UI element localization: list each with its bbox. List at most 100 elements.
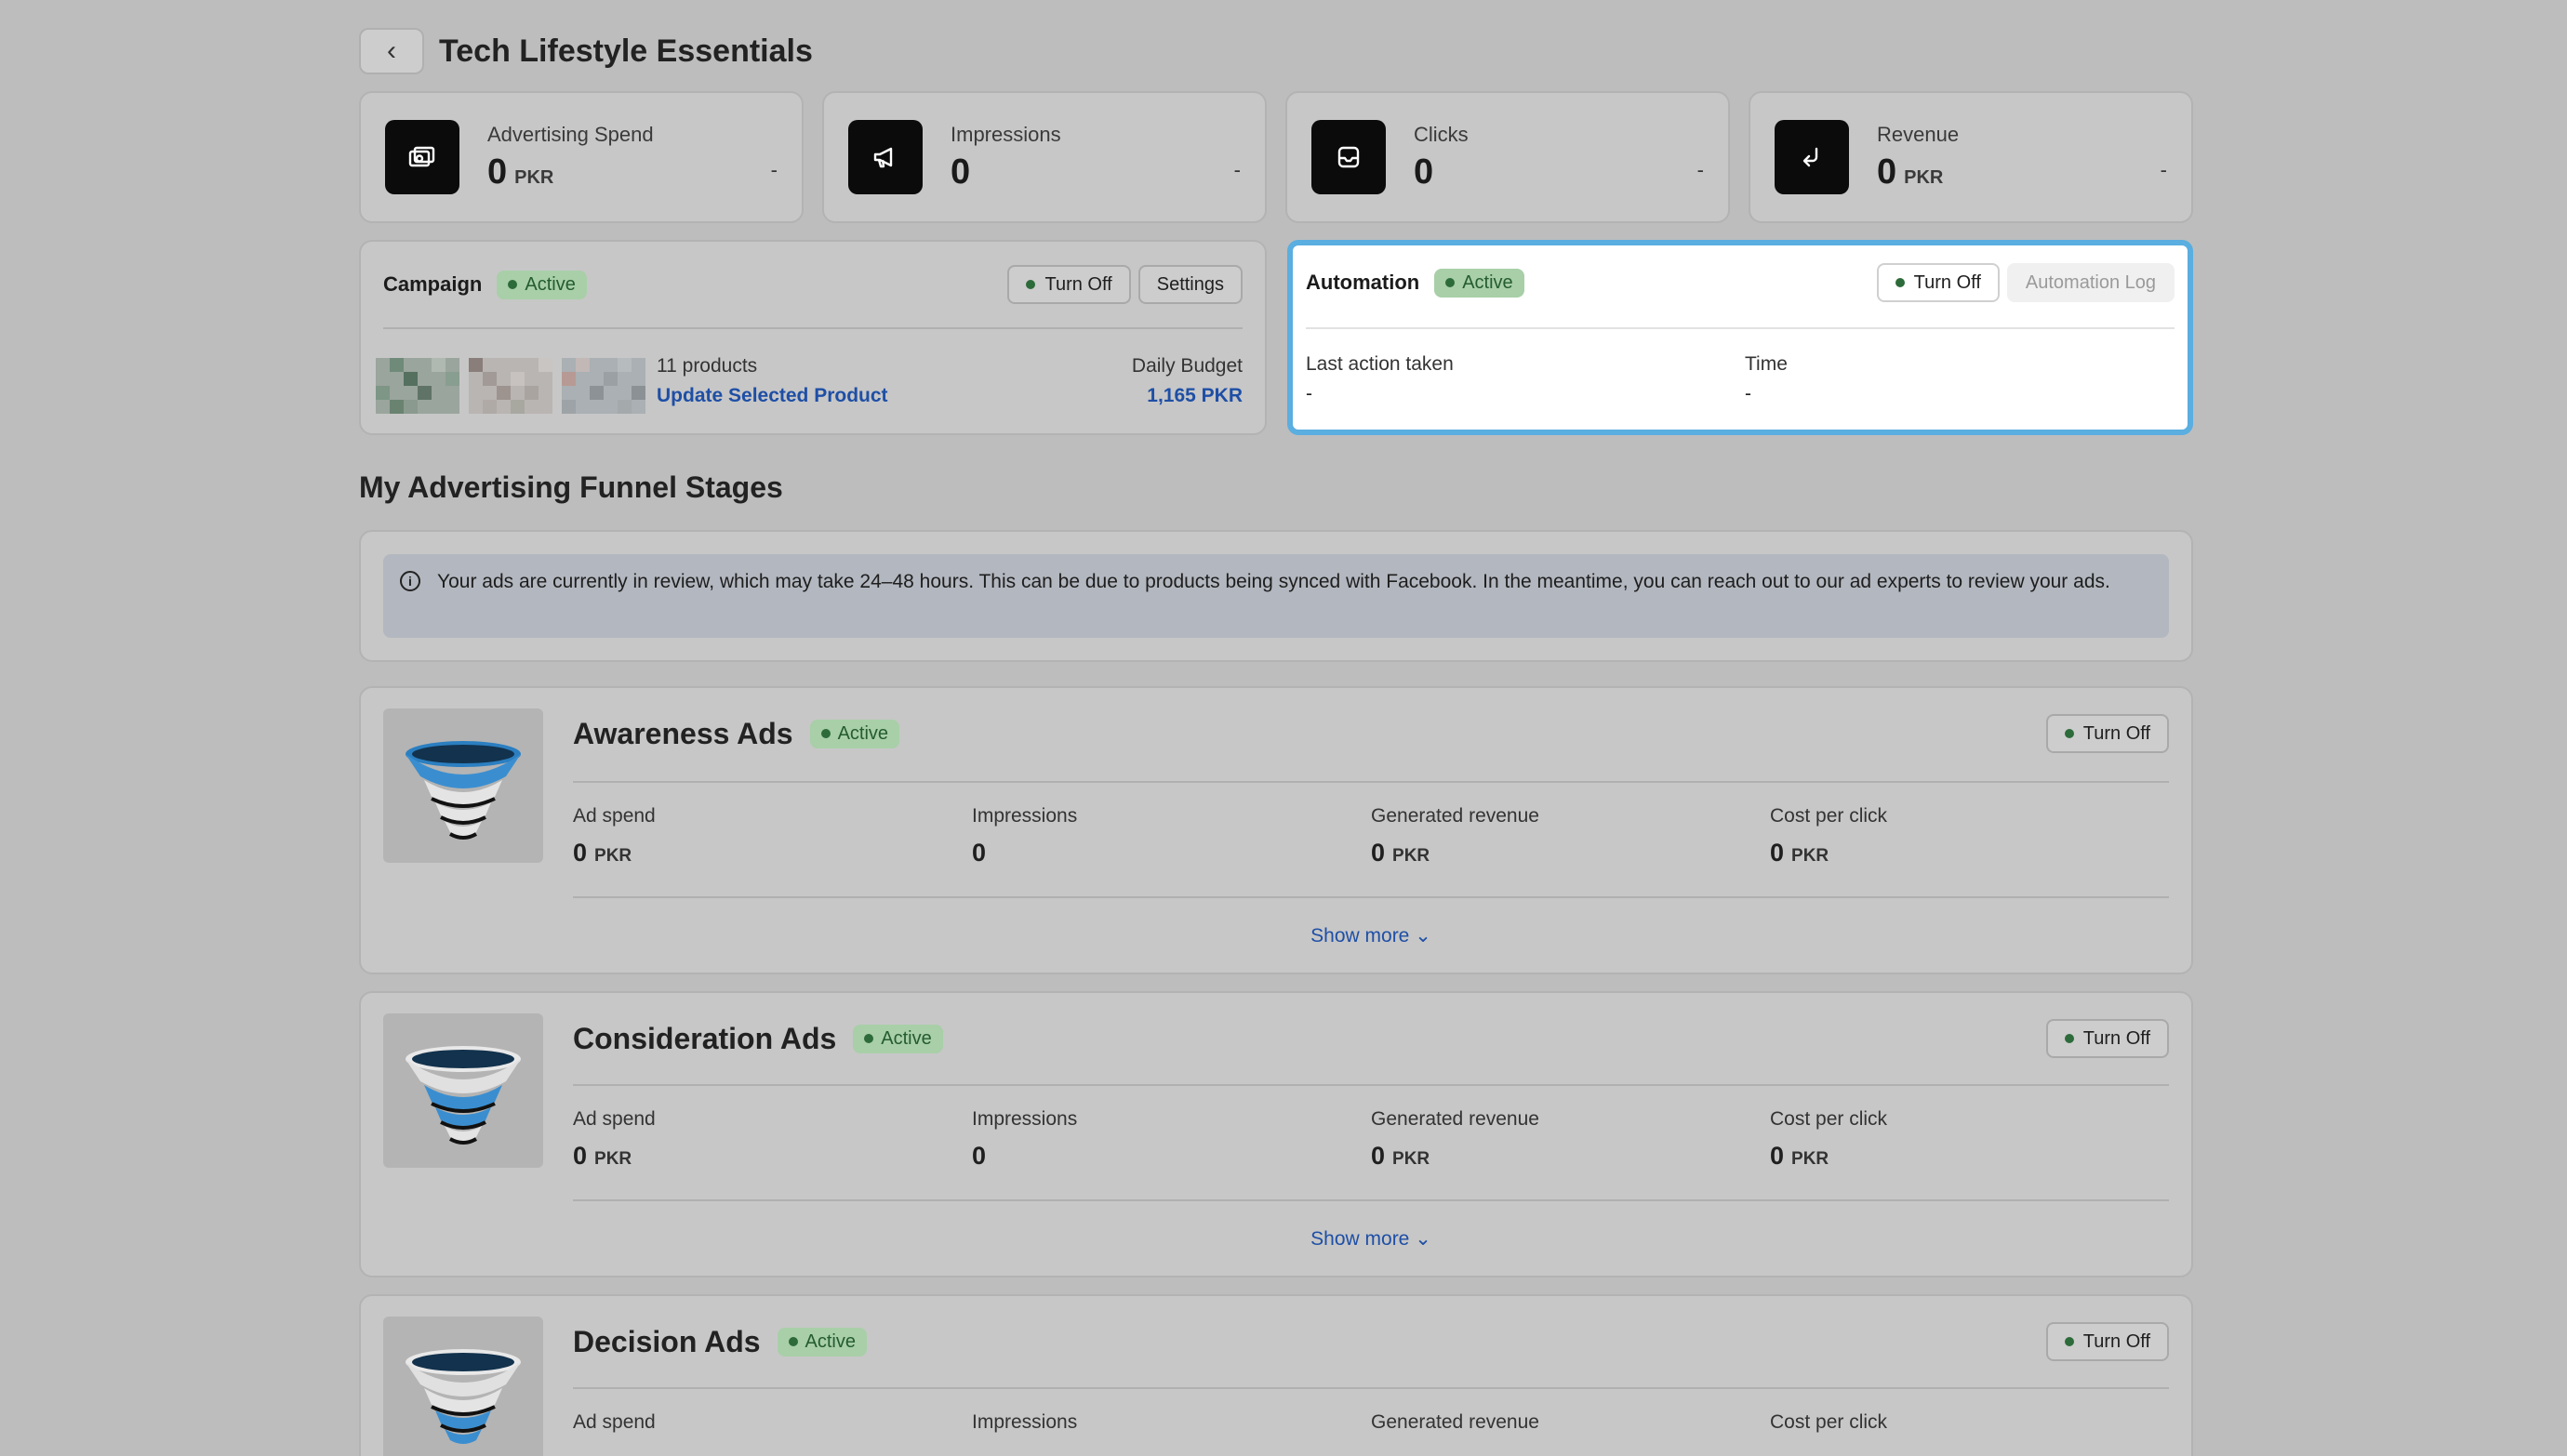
status-dot-icon <box>1445 278 1456 287</box>
stat-card-advertising-spend: Advertising Spend 0 PKR - <box>359 91 804 223</box>
last-action: Last action taken - <box>1306 353 1454 405</box>
status-dot-icon <box>864 1034 874 1043</box>
metric-cost-per-click: Cost per click 0 PKR <box>1770 1108 2169 1171</box>
time-value: - <box>1745 383 1751 404</box>
divider <box>573 781 2169 783</box>
page-header: ‹ Tech Lifestyle Essentials <box>359 28 813 74</box>
status-badge: Active <box>777 1327 867 1357</box>
automation-title: Automation <box>1306 271 1420 294</box>
status-badge-label: Active <box>1462 271 1513 293</box>
stat-delta: - <box>770 158 778 181</box>
metric-value: 0 <box>972 839 987 867</box>
review-notice: i Your ads are currently in review, whic… <box>383 554 2169 638</box>
funnel-illustration-icon <box>406 1046 521 1145</box>
funnel-name: Awareness Ads <box>573 716 793 750</box>
metric-ad-spend: Ad spend <box>573 1411 972 1434</box>
chevron-left-icon: ‹ <box>387 35 396 66</box>
metric-label: Cost per click <box>1770 1411 1888 1433</box>
metric-unit: PKR <box>594 1149 632 1169</box>
campaign-turn-off-button[interactable]: Turn Off <box>1007 265 1131 304</box>
daily-budget-label: Daily Budget <box>1131 355 1243 377</box>
divider <box>383 327 1243 329</box>
product-thumbnails[interactable] <box>376 355 651 417</box>
metric-impressions: Impressions <box>972 1411 1371 1434</box>
divider <box>573 1199 2169 1201</box>
funnel-metrics: Ad spend Impressions Generated revenue C… <box>573 1411 2169 1434</box>
status-dot-icon <box>820 729 831 738</box>
status-dot-icon <box>2064 1337 2074 1346</box>
metric-label: Ad spend <box>573 1108 656 1130</box>
automation-turn-off-button[interactable]: Turn Off <box>1876 263 2000 302</box>
stat-value: 0 <box>1414 152 1434 192</box>
product-thumbnail <box>469 355 552 417</box>
funnel-turn-off-button[interactable]: Turn Off <box>2045 714 2169 753</box>
turn-off-label: Turn Off <box>2082 1330 2150 1352</box>
metric-unit: PKR <box>1392 846 1430 866</box>
metric-value: 0 <box>573 1142 588 1170</box>
stat-delta: - <box>1696 158 1704 181</box>
funnel-name: Decision Ads <box>573 1324 761 1358</box>
metric-label: Impressions <box>972 805 1078 827</box>
metric-unit: PKR <box>1791 1149 1829 1169</box>
metric-label: Ad spend <box>573 1411 656 1433</box>
metric-label: Generated revenue <box>1371 805 1539 827</box>
funnel-illustration-icon <box>406 741 521 840</box>
metric-unit: PKR <box>1392 1149 1430 1169</box>
review-notice-card: i Your ads are currently in review, whic… <box>359 530 2193 662</box>
metric-value: 0 <box>1770 839 1785 867</box>
update-selected-product-link[interactable]: Update Selected Product <box>657 385 888 407</box>
back-button[interactable]: ‹ <box>359 28 424 74</box>
automation-log-button[interactable]: Automation Log <box>2006 263 2175 302</box>
campaign-settings-button[interactable]: Settings <box>1137 265 1243 304</box>
show-more-button[interactable]: Show more ⌄ <box>573 1227 2169 1251</box>
stat-unit: PKR <box>1904 166 1944 188</box>
status-badge: Active <box>497 270 587 299</box>
daily-budget-value[interactable]: 1,165 PKR <box>1132 385 1243 407</box>
divider <box>573 896 2169 898</box>
metric-generated-revenue: Generated revenue 0 PKR <box>1371 805 1770 867</box>
funnel-image <box>383 708 543 863</box>
metric-label: Impressions <box>972 1108 1078 1130</box>
info-icon: i <box>400 571 420 591</box>
metric-cost-per-click: Cost per click 0 PKR <box>1770 805 2169 867</box>
turn-off-label: Turn Off <box>2082 1027 2150 1049</box>
product-thumbnail <box>376 355 459 417</box>
metric-label: Cost per click <box>1770 1108 1888 1130</box>
last-action-value: - <box>1306 383 1312 404</box>
metric-value: 0 <box>573 839 588 867</box>
metric-unit: PKR <box>594 846 632 866</box>
metric-value: 0 <box>972 1142 987 1170</box>
turn-off-label: Turn Off <box>1044 273 1112 295</box>
last-action-label: Last action taken <box>1306 353 1454 375</box>
last-action-time: Time - <box>1745 353 1788 405</box>
funnel-card-awareness: Awareness Ads Active Turn Off Ad spend 0… <box>359 686 2193 974</box>
status-badge-label: Active <box>805 1330 856 1352</box>
metric-ad-spend: Ad spend 0 PKR <box>573 1108 972 1171</box>
campaign-automation-row: Campaign Active Turn Off Settings 11 pro… <box>359 240 2193 435</box>
metric-label: Impressions <box>972 1411 1078 1433</box>
return-arrow-icon <box>1775 120 1849 194</box>
divider <box>573 1387 2169 1389</box>
status-badge: Active <box>853 1024 943 1053</box>
metric-value: 0 <box>1371 839 1386 867</box>
metric-value: 0 <box>1770 1142 1785 1170</box>
metric-label: Ad spend <box>573 805 656 827</box>
funnel-turn-off-button[interactable]: Turn Off <box>2045 1019 2169 1058</box>
metric-impressions: Impressions 0 <box>972 1108 1371 1171</box>
chevron-down-icon: ⌄ <box>1415 1228 1431 1250</box>
campaign-title: Campaign <box>383 272 483 296</box>
megaphone-icon <box>848 120 923 194</box>
metric-label: Cost per click <box>1770 805 1888 827</box>
show-more-label: Show more <box>1310 925 1410 946</box>
funnel-image <box>383 1317 543 1456</box>
review-notice-text: Your ads are currently in review, which … <box>437 571 2110 592</box>
funnel-title: Awareness Ads Active <box>573 710 900 757</box>
status-badge-label: Active <box>525 273 576 295</box>
show-more-button[interactable]: Show more ⌄ <box>573 924 2169 947</box>
inbox-icon <box>1311 120 1386 194</box>
funnel-turn-off-button[interactable]: Turn Off <box>2045 1322 2169 1361</box>
funnel-illustration-icon <box>406 1349 521 1444</box>
status-badge: Active <box>809 719 900 748</box>
metric-cost-per-click: Cost per click <box>1770 1411 2169 1434</box>
divider <box>1306 327 2175 329</box>
